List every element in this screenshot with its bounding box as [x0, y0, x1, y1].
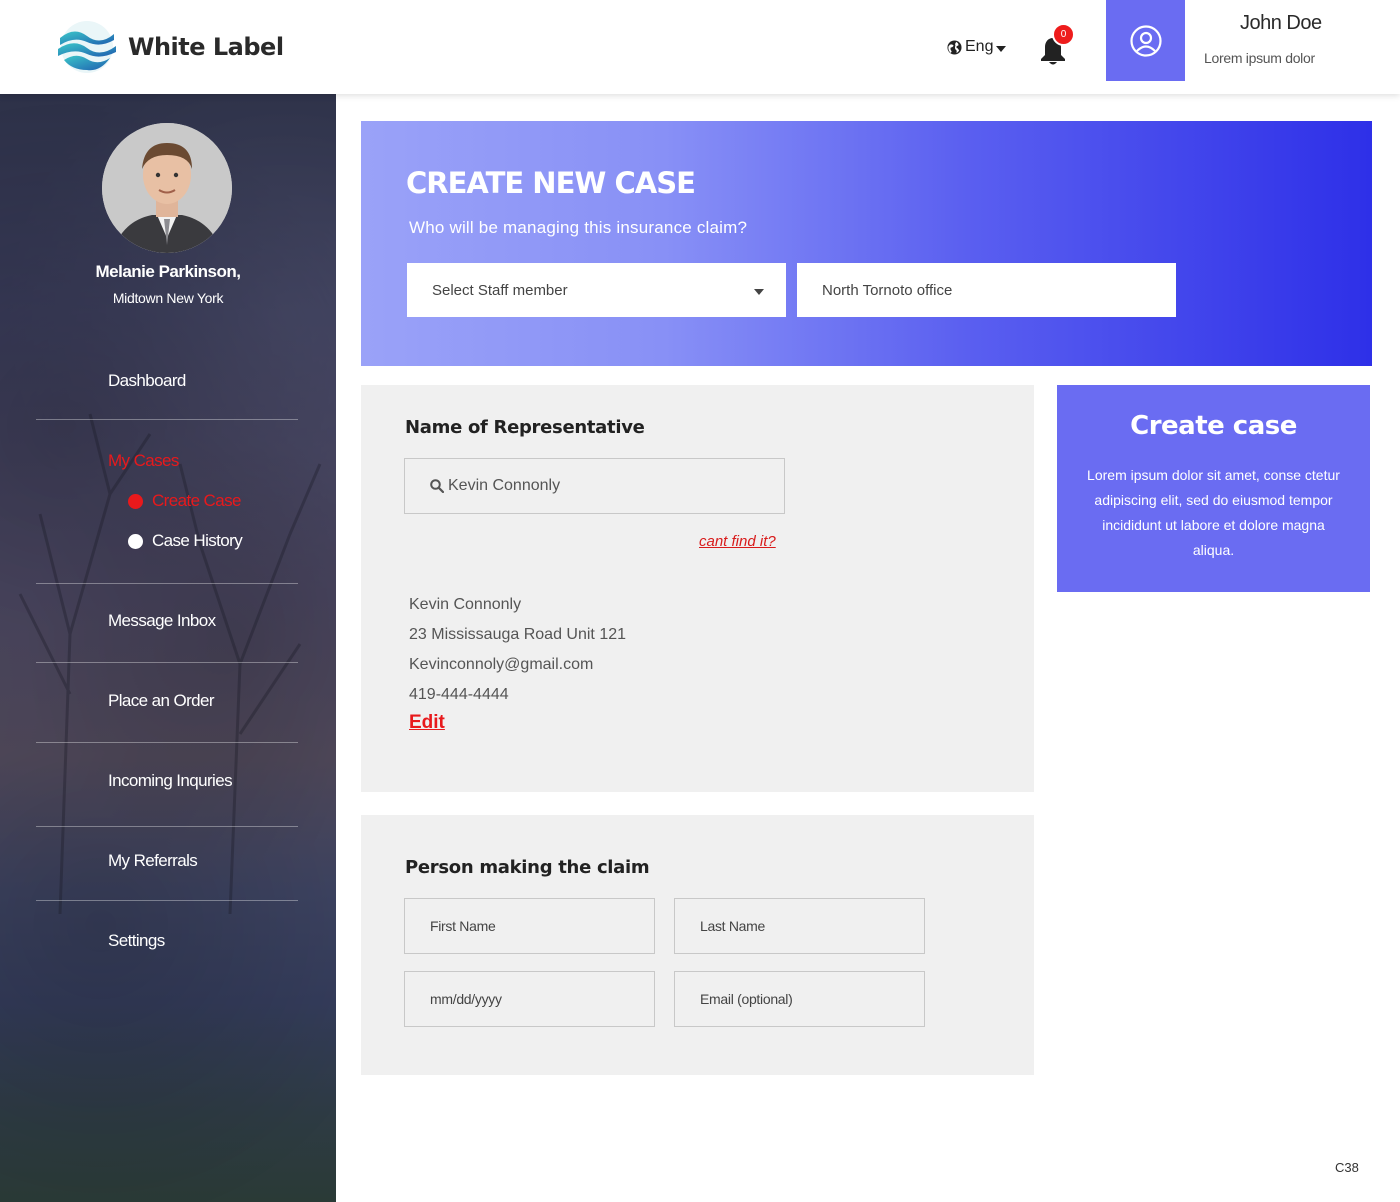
- sidebar-divider: [36, 742, 298, 743]
- sidebar-item-incoming-inquiries[interactable]: Incoming Inquries: [108, 771, 233, 791]
- representative-card: Name of Representative Kevin Connonly ca…: [361, 385, 1034, 792]
- sidebar-item-place-order[interactable]: Place an Order: [108, 691, 215, 711]
- tree-silhouette-decoration: [18, 413, 322, 914]
- cta-title: Create case: [1130, 411, 1297, 441]
- notification-badge: 0: [1052, 23, 1075, 46]
- user-name: John Doe: [1240, 12, 1322, 34]
- representative-title: Name of Representative: [405, 417, 645, 438]
- user-circle-icon: [1129, 24, 1162, 57]
- sidebar: Melanie Parkinson, Midtown New York Dash…: [0, 94, 336, 1202]
- representative-phone: 419-444-4444: [409, 686, 509, 703]
- sidebar-divider: [36, 662, 298, 663]
- sidebar-subitem-case-history[interactable]: Case History: [128, 531, 243, 551]
- search-value: Kevin Connonly: [448, 477, 561, 494]
- wave-logo-icon: [58, 21, 116, 73]
- claimant-title: Person making the claim: [405, 857, 650, 878]
- sidebar-item-message-inbox[interactable]: Message Inbox: [108, 611, 216, 631]
- cant-find-link[interactable]: cant find it?: [699, 533, 776, 550]
- hero-subtitle: Who will be managing this insurance clai…: [409, 218, 748, 237]
- profile-location: Midtown New York: [112, 290, 224, 306]
- first-name-placeholder: First Name: [430, 918, 496, 934]
- search-icon: [430, 479, 444, 493]
- sidebar-item-dashboard[interactable]: Dashboard: [108, 371, 186, 391]
- language-selector[interactable]: Eng: [947, 38, 1007, 56]
- avatar[interactable]: [102, 123, 232, 253]
- representative-address: 23 Mississauga Road Unit 121: [409, 626, 627, 643]
- language-label: Eng: [965, 38, 994, 55]
- last-name-field[interactable]: Last Name: [674, 898, 925, 954]
- date-of-birth-field[interactable]: mm/dd/yyyy: [404, 971, 655, 1027]
- sidebar-subitem-create-case[interactable]: Create Case: [128, 491, 241, 511]
- sidebar-divider: [36, 583, 298, 584]
- page-code: C38: [1335, 1160, 1359, 1175]
- sidebar-divider: [36, 826, 298, 827]
- edit-representative-link[interactable]: Edit: [409, 712, 445, 734]
- globe-icon: [947, 39, 962, 55]
- sidebar-item-my-cases[interactable]: My Cases: [108, 451, 179, 471]
- top-header: White Label Eng 0 John Doe Lorem ipsum d…: [0, 0, 1400, 94]
- chevron-down-icon: [754, 289, 764, 295]
- last-name-placeholder: Last Name: [700, 918, 765, 934]
- logo-text: White Label: [128, 33, 284, 61]
- bullet-dot-icon: [128, 493, 143, 509]
- cta-description: Lorem ipsum dolor sit amet, conse ctetur…: [1087, 467, 1340, 558]
- sidebar-divider: [36, 419, 298, 420]
- office-value: North Tornoto office: [822, 281, 953, 299]
- claimant-card: Person making the claim First Name Last …: [361, 815, 1034, 1075]
- bullet-dot-icon: [128, 533, 143, 549]
- representative-email: Kevinconnoly@gmail.com: [409, 656, 594, 673]
- staff-member-select[interactable]: Select Staff member: [407, 263, 786, 317]
- sidebar-subitem-label: Create Case: [152, 491, 241, 510]
- create-case-button[interactable]: Create case Lorem ipsum dolor sit amet, …: [1057, 385, 1370, 592]
- sidebar-subitem-label: Case History: [152, 531, 243, 550]
- sidebar-item-settings[interactable]: Settings: [108, 931, 165, 951]
- representative-name: Kevin Connonly: [409, 596, 522, 613]
- email-field[interactable]: Email (optional): [674, 971, 925, 1027]
- user-menu-button[interactable]: [1106, 0, 1185, 81]
- dob-placeholder: mm/dd/yyyy: [430, 991, 502, 1007]
- office-field[interactable]: North Tornoto office: [797, 263, 1176, 317]
- sidebar-item-my-referrals[interactable]: My Referrals: [108, 851, 198, 871]
- email-placeholder: Email (optional): [700, 991, 793, 1007]
- create-case-hero: CREATE NEW CASE Who will be managing thi…: [361, 121, 1372, 366]
- page-title: CREATE NEW CASE: [406, 166, 696, 200]
- caret-down-icon: [996, 46, 1007, 52]
- sidebar-divider: [36, 900, 298, 901]
- profile-photo: [102, 123, 232, 253]
- user-subtitle: Lorem ipsum dolor: [1204, 50, 1315, 66]
- representative-search-input[interactable]: Kevin Connonly: [404, 458, 785, 514]
- logo[interactable]: White Label: [52, 18, 284, 76]
- staff-select-value: Select Staff member: [432, 281, 568, 299]
- profile-name: Melanie Parkinson,: [95, 262, 242, 281]
- first-name-field[interactable]: First Name: [404, 898, 655, 954]
